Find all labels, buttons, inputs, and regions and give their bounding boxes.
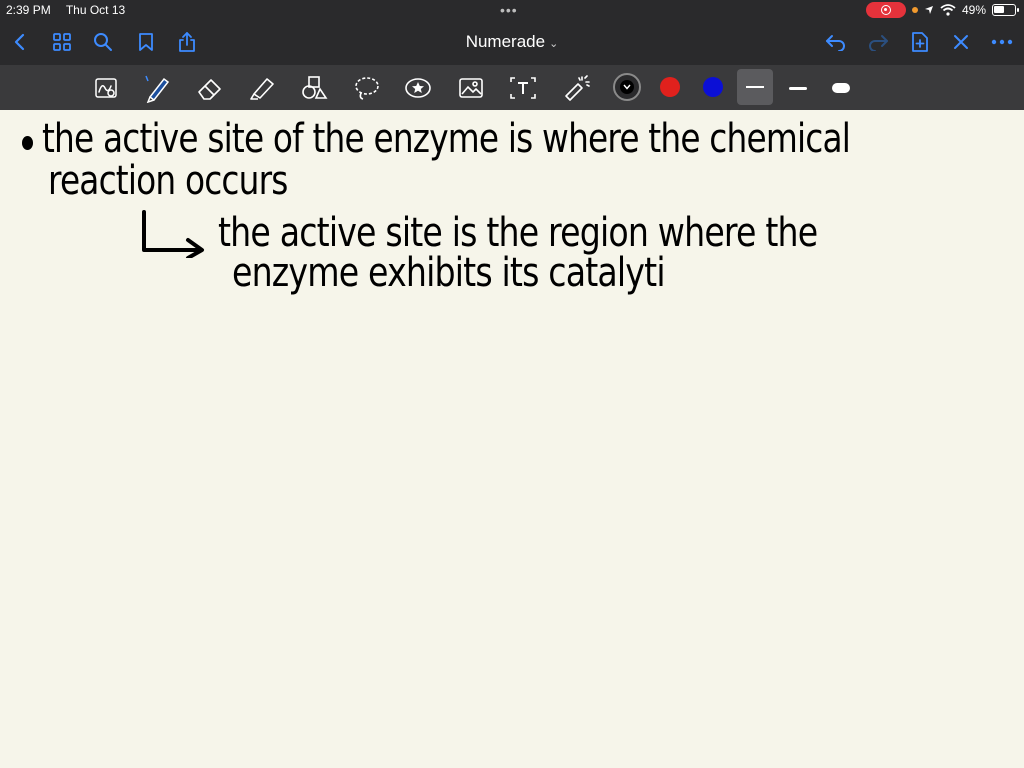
back-chevron-icon[interactable] [6,28,34,56]
status-time: 2:39 PM [6,3,51,17]
status-date: Thu Oct 13 [65,3,126,17]
text-icon[interactable] [507,72,539,104]
battery-icon [992,4,1019,16]
pen-icon[interactable] [140,72,172,104]
status-right: 49% [865,2,1019,18]
record-icon[interactable] [865,2,906,18]
lasso-icon[interactable] [351,72,383,104]
redo-icon[interactable] [864,28,892,56]
nav-bar: Numerade ⌄ [0,22,1024,62]
wifi-icon [940,4,956,16]
drawing-toolbar [0,65,1024,110]
add-page-icon[interactable] [906,28,934,56]
color-swatch-blue[interactable] [703,77,723,97]
app-chrome: 2:39 PM Thu Oct 13 ••• 49% Numerade ⌄ [0,0,1024,65]
stroke-width-thin-selected[interactable] [737,69,773,105]
eraser-icon[interactable] [194,72,226,104]
status-bar: 2:39 PM Thu Oct 13 ••• 49% [0,0,1024,20]
status-left: 2:39 PM Thu Oct 13 [6,3,137,17]
handwritten-line-1: the active site of the enzyme is where t… [42,116,851,162]
more-icon[interactable] [988,28,1016,56]
document-title[interactable]: Numerade ⌄ [430,32,594,52]
shapes-icon[interactable] [298,72,330,104]
bookmark-icon[interactable] [132,28,160,56]
close-icon[interactable] [947,28,975,56]
share-icon[interactable] [173,28,201,56]
mic-indicator-icon [911,7,918,13]
notes-canvas[interactable]: the active site of the enzyme is where t… [0,110,1024,768]
multitask-dots[interactable]: ••• [500,2,518,18]
laser-pointer-icon[interactable] [560,72,592,104]
image-icon[interactable] [455,72,487,104]
grid-icon[interactable] [48,28,76,56]
handwritten-line-2: reaction occurs [48,158,288,204]
color-swatch-black-selected[interactable] [613,73,641,101]
bullet-dot [22,136,33,150]
location-icon [924,6,933,14]
arrow-icon [142,210,204,258]
handwritten-line-4: enzyme exhibits its catalyti [232,250,666,296]
sticker-icon[interactable] [402,72,434,104]
highlighter-icon[interactable] [246,72,278,104]
read-mode-icon[interactable] [90,72,122,104]
color-swatch-red[interactable] [660,77,680,97]
stroke-width-thick[interactable] [825,72,857,104]
search-icon[interactable] [89,28,117,56]
undo-icon[interactable] [822,28,850,56]
stroke-width-medium[interactable] [782,72,814,104]
chevron-down-icon: ⌄ [549,38,559,50]
document-title-label: Numerade [465,32,546,51]
battery-percent: 49% [961,3,986,17]
